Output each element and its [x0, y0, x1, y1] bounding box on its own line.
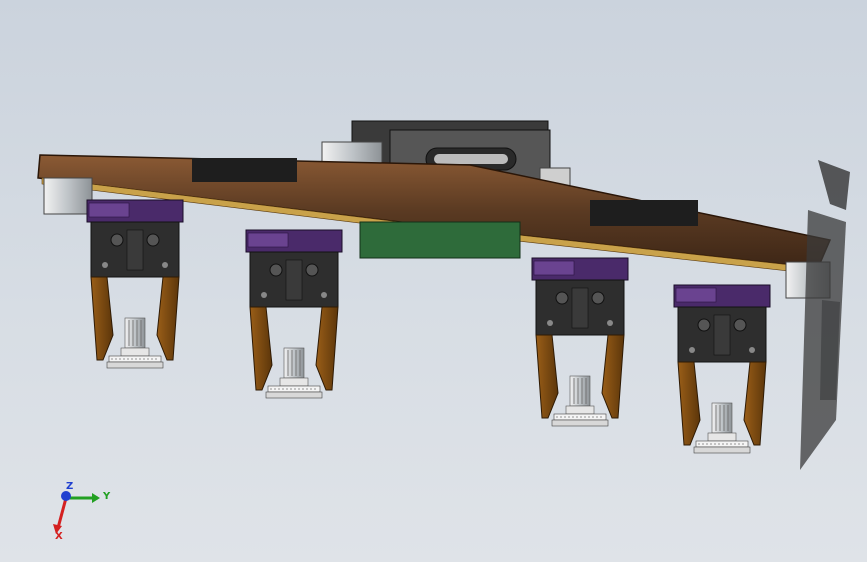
- gripper-unit-1[interactable]: [87, 200, 183, 368]
- circuit-board[interactable]: [359, 221, 521, 259]
- gripper-unit-2[interactable]: [246, 230, 342, 398]
- cad-viewport[interactable]: Y X Z: [0, 0, 867, 562]
- side-bracket[interactable]: [800, 160, 850, 470]
- gripper-unit-3[interactable]: [532, 258, 628, 426]
- gripper-unit-4[interactable]: [674, 285, 770, 453]
- gripper-assembly-model[interactable]: [0, 0, 867, 562]
